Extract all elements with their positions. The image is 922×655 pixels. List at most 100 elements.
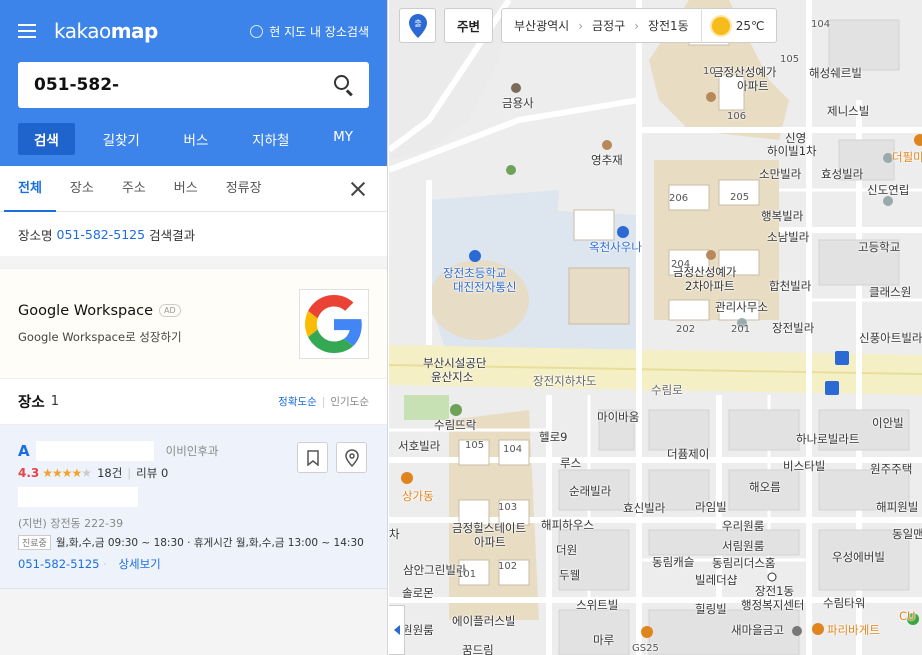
start-point-button[interactable]: 출 [399,8,436,43]
map-label[interactable]: 꿈드림 [462,642,494,655]
map-label[interactable]: 더퓸제이 [667,446,709,462]
search-icon[interactable] [333,74,355,97]
search-in-map-button[interactable]: 현 지도 내 장소검색 [250,23,369,40]
map-view[interactable]: 출 주변 부산광역시 › 금정구 › 장전1동 25℃ 금용사 영추재 금정산성… [389,0,922,655]
ad-banner[interactable]: Google Workspace AD Google Workspace로 성장… [0,268,387,379]
map-label[interactable]: 솔로몬 [402,585,434,601]
map-label[interactable]: 옥천사우나 [589,239,642,255]
kakaomap-logo[interactable]: kakaomap [54,19,158,43]
map-label[interactable]: 더필미 [892,149,922,165]
map-label[interactable]: 장전빌라 [772,320,814,336]
breadcrumb-district[interactable]: 금정구 [592,17,625,34]
place-name-redacted[interactable] [35,441,154,461]
filter-tabs: 전체 장소 주소 버스 정류장 [0,166,387,212]
map-label[interactable]: 동림캐슬 [652,554,694,570]
map-label[interactable]: 수림타워 [823,595,865,611]
map-label[interactable]: 원원룸 [402,622,434,638]
map-label[interactable]: 상가동 [402,488,434,504]
map-label[interactable]: 효신빌라 [623,500,665,516]
tab-directions[interactable]: 길찾기 [87,123,156,155]
map-label[interactable]: 라임빌 [695,499,727,515]
map-label[interactable]: 우성에버빌 [832,549,885,565]
tab-my[interactable]: MY [317,123,369,155]
map-label[interactable]: CU [899,609,915,623]
map-label[interactable]: 스위트빌 [576,597,618,613]
review-count[interactable]: 리뷰 0 [136,465,168,481]
place-phone[interactable]: 051-582-5125 [18,557,99,571]
menu-icon[interactable] [18,24,36,38]
sort-popular[interactable]: 인기도순 [330,396,369,408]
road-label[interactable]: 수림로 [651,382,683,398]
map-label[interactable]: 금용사 [502,95,534,111]
map-label[interactable]: 동림리더스홈 [712,555,775,571]
map-label[interactable]: 해성쉐르빌 [809,65,862,81]
map-label[interactable]: 더원 [556,542,577,558]
map-label[interactable]: 효성빌라 [821,166,863,182]
collapse-sidebar-button[interactable] [389,605,405,655]
map-label[interactable]: 합천빌라 [769,278,811,294]
map-label[interactable]: 헬로9 [539,429,567,445]
map-label[interactable]: 해피하우스 [541,517,594,533]
map-label[interactable]: 관리사무소 [715,299,768,315]
rating-count[interactable]: 18건 [97,465,122,481]
tab-bus[interactable]: 버스 [168,123,225,155]
filter-tab-all[interactable]: 전체 [4,166,56,212]
map-label[interactable]: 빌레더샵 [695,572,737,588]
map-label[interactable]: 두웰 [559,567,580,583]
map-label[interactable]: 마루 [593,632,614,648]
map-label[interactable]: 신도연립 [867,182,909,198]
filter-tab-bus[interactable]: 버스 [174,166,198,212]
map-label[interactable]: 해오름 [749,479,781,495]
map-label[interactable]: 수림뜨락 [434,417,476,433]
map-label[interactable]: 해피원빌 [876,499,918,515]
map-label[interactable]: 순래빌라 [569,483,611,499]
map-label[interactable]: 신풍아트빌라 [859,330,922,346]
map-label[interactable]: 클래스원 [869,284,911,300]
map-label[interactable]: 우리원룸 [722,518,764,534]
map-label[interactable]: 윤산지소 [431,369,473,385]
map-label[interactable]: 이안빌 [872,415,904,431]
map-label[interactable]: 파리바게트 [827,622,880,638]
map-label[interactable]: 차 [389,526,400,542]
map-label[interactable]: GS25 [632,643,659,654]
map-label[interactable]: 서호빌라 [398,438,440,454]
map-label[interactable]: 대진전자통신 [453,279,516,295]
tab-subway[interactable]: 지하철 [236,123,305,155]
bookmark-button[interactable] [297,442,328,473]
map-label[interactable]: 행정복지센터 [741,597,804,613]
route-button[interactable] [336,442,367,473]
map-label[interactable]: 하나로빌라트 [796,431,859,447]
map-label[interactable]: 고등학교 [858,239,900,255]
map-label[interactable]: 영추재 [591,152,623,168]
filter-tab-address[interactable]: 주소 [122,166,146,212]
filter-tab-place[interactable]: 장소 [70,166,94,212]
map-label[interactable]: 서림원룸 [722,538,764,554]
breadcrumb-city[interactable]: 부산광역시 [514,17,569,34]
search-input[interactable] [34,75,333,95]
filter-tab-stop[interactable]: 정류장 [226,166,262,212]
map-label[interactable]: 비스타빌 [783,458,825,474]
map-label[interactable]: 원주주택 [870,461,912,477]
map-label[interactable]: 소만빌라 [759,166,801,182]
map-label[interactable]: 2차아파트 [685,278,735,294]
map-label[interactable]: 힐링빌 [695,601,727,617]
map-label[interactable]: 동일맨 [892,526,922,542]
map-label[interactable]: 에이플러스빌 [452,613,515,629]
map-label[interactable]: 아파트 [474,534,506,550]
close-icon[interactable] [349,180,367,198]
detail-link[interactable]: 상세보기 [118,557,160,571]
sort-accuracy[interactable]: 정확도순 [278,396,317,408]
place-result-item[interactable]: A 이비인후과 4.3 ★★★★★ 18건 | 리뷰 0 (지번) 장전동 22… [0,425,387,589]
breadcrumb-dong[interactable]: 장전1동 [648,17,689,34]
map-label[interactable]: 하이빌1차 [767,143,817,159]
map-label[interactable]: 행복빌라 [761,208,803,224]
map-label[interactable]: 루스 [560,455,581,471]
nearby-button[interactable]: 주변 [444,8,494,43]
map-label[interactable]: 제니스빌 [827,103,869,119]
map-label[interactable]: 새마을금고 [731,622,784,638]
tab-search[interactable]: 검색 [18,123,75,155]
map-label[interactable]: 마이바움 [597,409,639,425]
road-label[interactable]: 장전지하차도 [533,373,596,389]
map-label[interactable]: 아파트 [737,78,769,94]
map-label[interactable]: 소남빌라 [767,229,809,245]
